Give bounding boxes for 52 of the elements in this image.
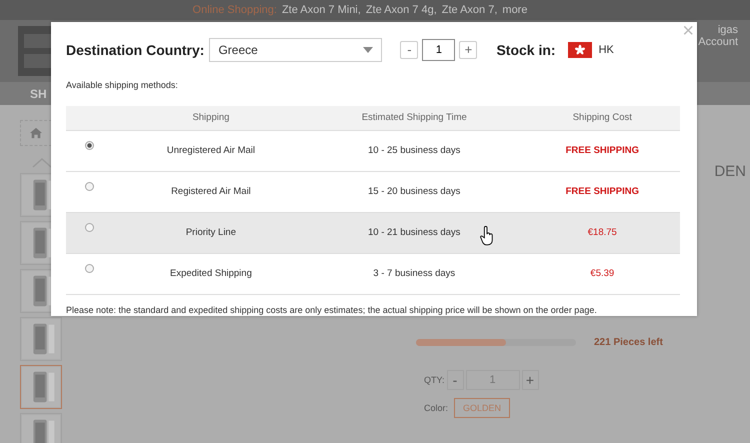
thumbnail[interactable] — [20, 365, 62, 409]
color-label: Color: — [424, 403, 448, 413]
shipping-row[interactable]: Expedited Shipping 3 - 7 business days €5.39 — [66, 253, 680, 294]
note-text: Please note: the standard and expedited shipping costs are only estimates; the actual shipping price will be shown on the order page. — [66, 304, 598, 314]
column-header: Shipping — [192, 112, 230, 124]
stock-reading: 221 Pieces left — [594, 337, 663, 348]
qty-label: QTY: — [424, 375, 445, 385]
method-name: Priority Line — [186, 227, 236, 238]
method-name: Registered Air Mail — [171, 186, 251, 197]
plus-button[interactable]: + — [459, 41, 478, 59]
country-label: Destination Country: — [66, 42, 204, 58]
column-header: Shipping Cost — [572, 112, 632, 124]
top-bar-label: Online Shopping: — [192, 4, 277, 16]
method-name: Expedited Shipping — [170, 268, 252, 279]
stock-label: Stock in: — [496, 42, 556, 58]
delivery-time: 10 - 21 business days — [368, 227, 460, 238]
plus-button[interactable]: + — [522, 370, 539, 390]
top-bar-link[interactable]: Zte Axon 7 4g, — [366, 4, 437, 16]
hand-cursor-icon — [480, 226, 494, 246]
minus-button[interactable]: - — [446, 370, 464, 390]
product-title: DEN — [714, 163, 746, 182]
account-link[interactable]: Account — [698, 36, 738, 48]
radio-button[interactable] — [85, 182, 94, 190]
shipping-cost: FREE SHIPPING — [566, 145, 639, 156]
quantity-field[interactable]: 1 — [422, 39, 456, 61]
intro-text: Available shipping methods: — [66, 80, 179, 90]
account-link[interactable]: igas — [718, 24, 738, 36]
top-bar-link[interactable]: Zte Axon 7 Mini, — [282, 4, 361, 16]
country-select[interactable]: Greece — [209, 38, 382, 62]
shipping-row[interactable]: Unregistered Air Mail 10 - 25 business days FREE SHIPPING — [66, 130, 680, 171]
flag-icon — [568, 42, 592, 58]
radio-button[interactable] — [85, 264, 94, 272]
radio-button[interactable] — [85, 222, 94, 232]
top-bar-link[interactable]: more — [502, 4, 528, 16]
caret-icon — [363, 47, 374, 53]
nav-item[interactable]: SH — [30, 86, 47, 100]
column-header: Estimated Shipping Time — [362, 112, 467, 124]
minus-button[interactable]: - — [400, 41, 418, 59]
stock-location: HK — [598, 44, 614, 56]
shipping-cost: €18.75 — [588, 227, 617, 238]
radio-button[interactable] — [85, 140, 94, 150]
chevron-up-icon[interactable] — [32, 158, 52, 168]
thumbnail[interactable] — [20, 317, 62, 361]
delivery-time: 15 - 20 business days — [368, 186, 460, 197]
home-button[interactable] — [20, 120, 52, 146]
delivery-time: 10 - 25 business days — [368, 145, 460, 156]
top-bar-link[interactable]: Zte Axon 7, — [442, 4, 498, 16]
home-icon — [29, 127, 43, 139]
delivery-time: 3 - 7 business days — [373, 268, 456, 279]
shipping-cost: FREE SHIPPING — [566, 186, 639, 197]
shipping-cost: €5.39 — [590, 268, 614, 279]
method-name: Unregistered Air Mail — [166, 145, 256, 156]
